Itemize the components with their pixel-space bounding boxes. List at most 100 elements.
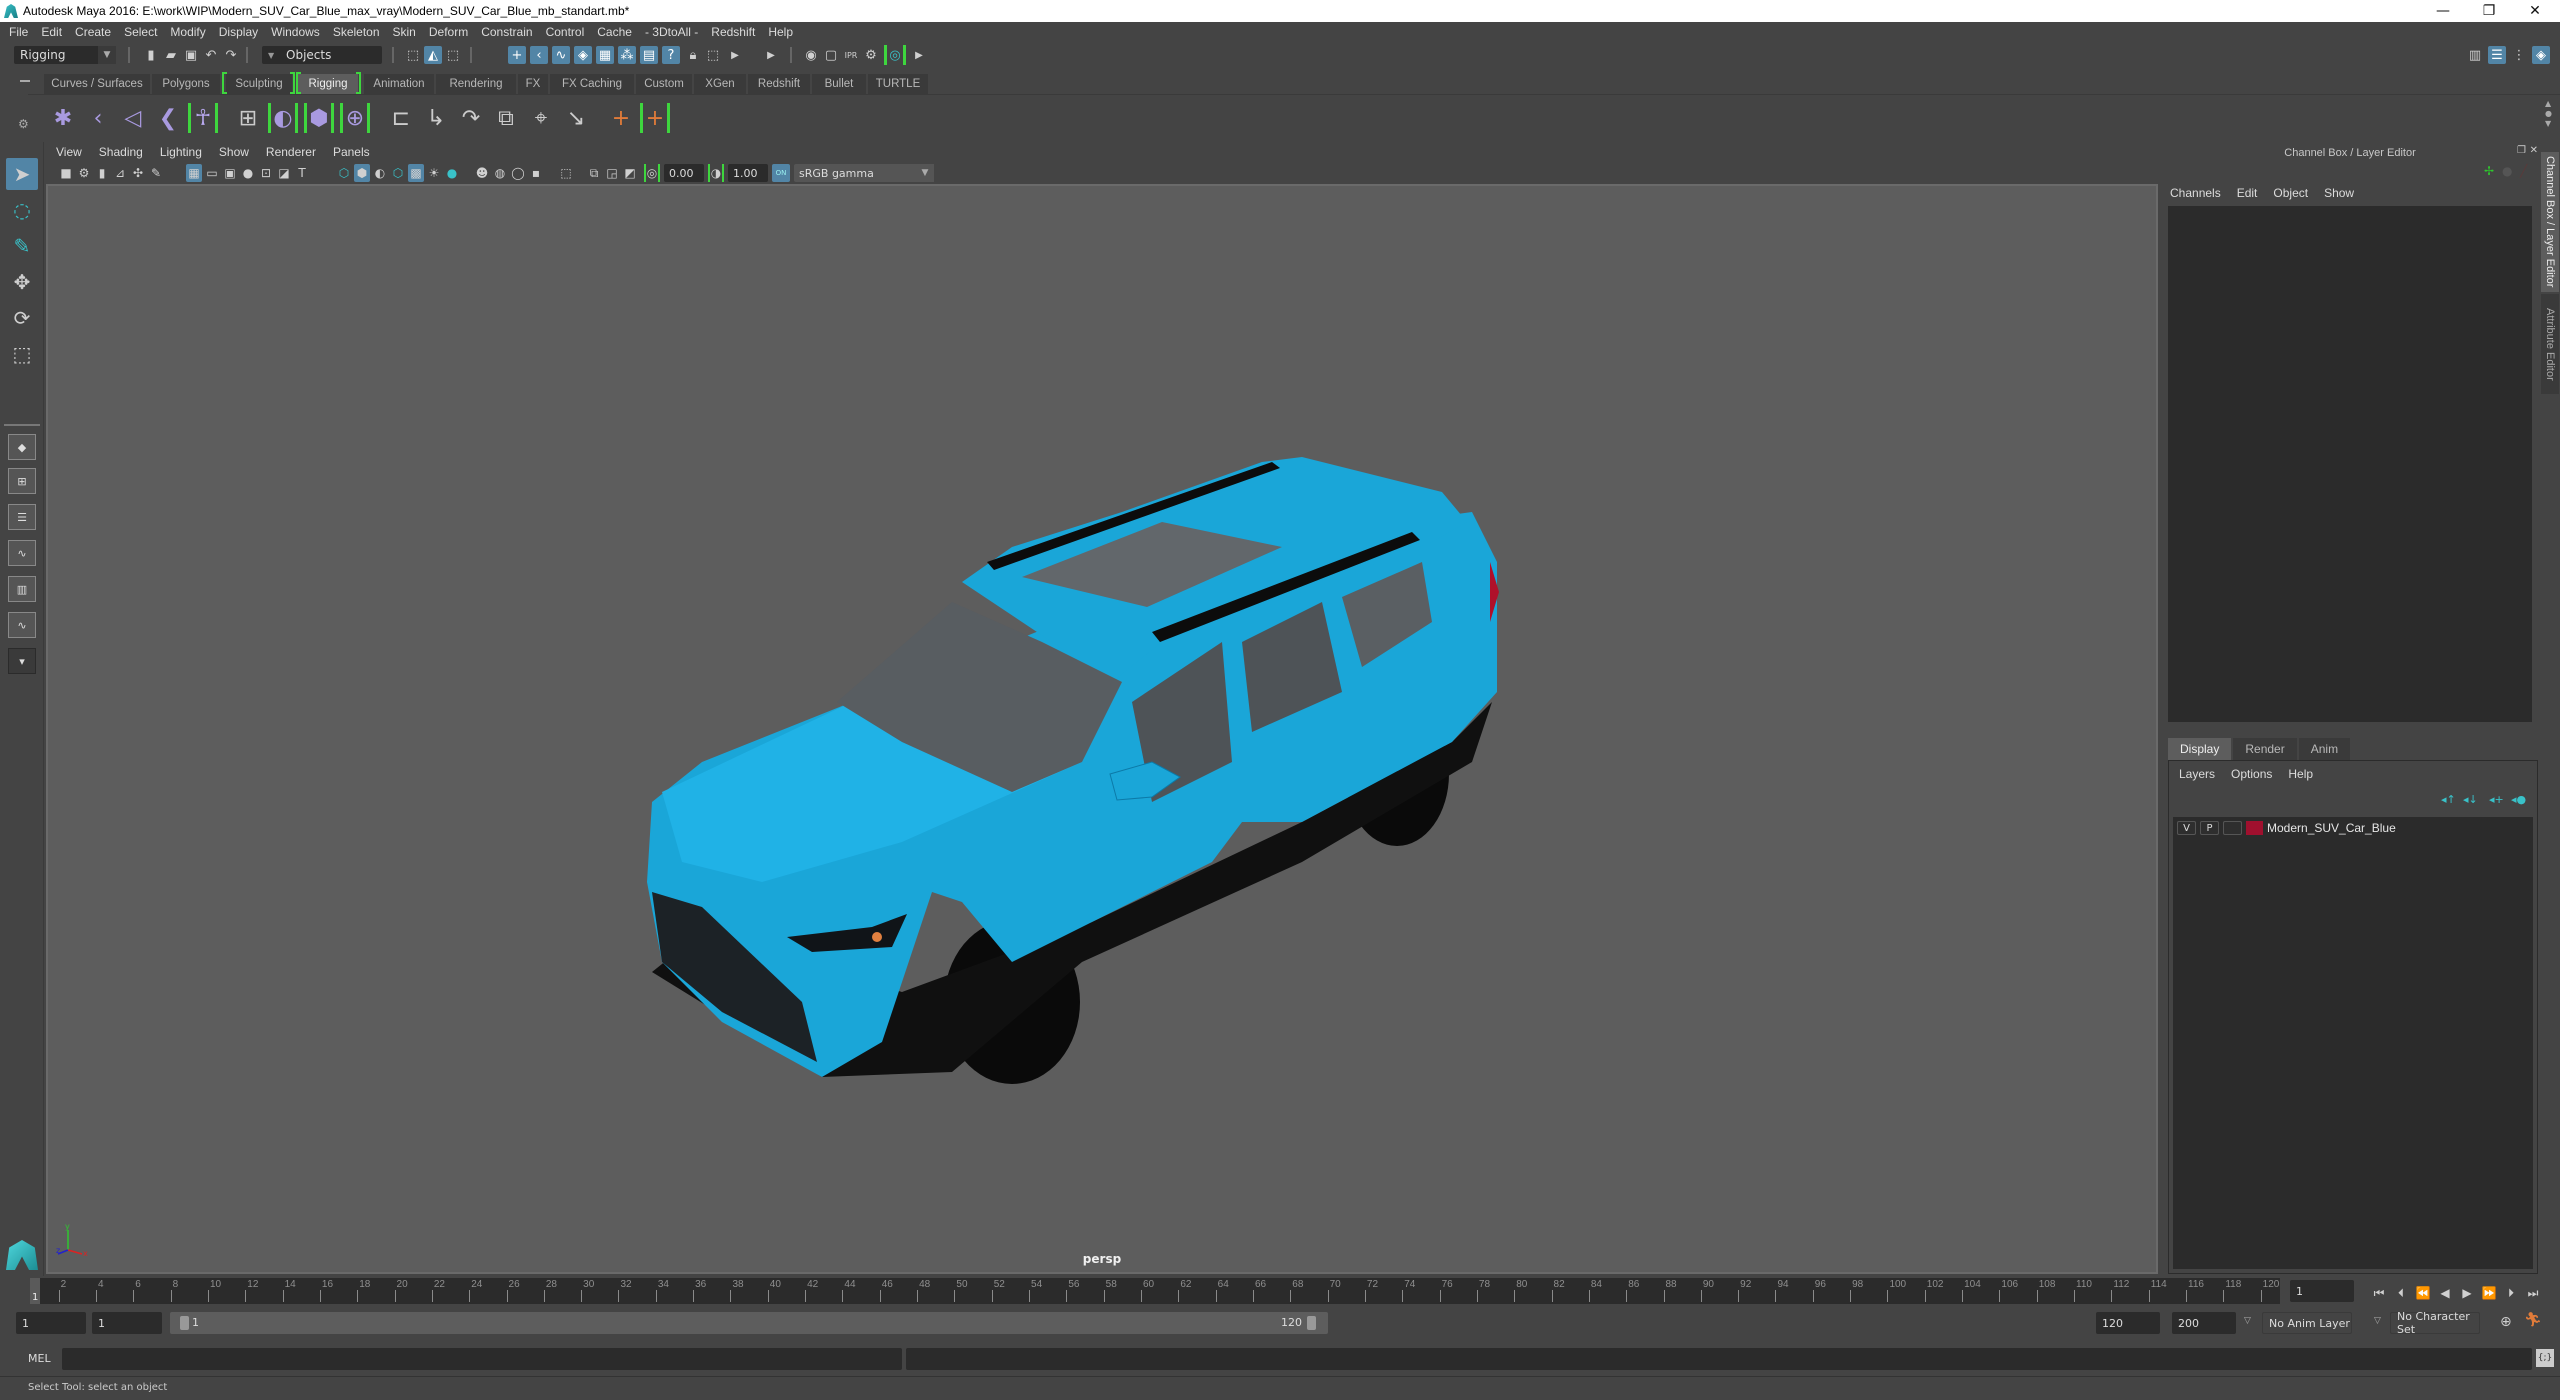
animation-preferences-icon[interactable]: 🏃︎ [2524, 1312, 2542, 1328]
character-set-dropdown[interactable]: No Character Set [2390, 1310, 2480, 1336]
cluster-icon[interactable]: ⊕ [340, 103, 370, 133]
persp-graph-hypergraph-layout-icon[interactable]: ∿ [8, 612, 36, 638]
script-language-label[interactable]: MEL [28, 1352, 51, 1365]
parent-constraint-icon[interactable]: ⊏ [386, 103, 416, 133]
undo-icon[interactable]: ↶ [202, 46, 220, 64]
new-layer-icon[interactable]: ◂+ [2489, 793, 2504, 806]
shelf-tab-bullet[interactable]: Bullet [812, 74, 866, 94]
viewport-menu-renderer[interactable]: Renderer [266, 145, 316, 159]
select-tool-icon[interactable]: ➤ [6, 158, 38, 190]
move-layer-up-icon[interactable]: ◂↑ [2441, 793, 2456, 806]
point-constraint-icon[interactable]: ↳ [421, 103, 451, 133]
speed-icon[interactable]: ● [2502, 164, 2512, 178]
locator-icon[interactable]: + [606, 103, 636, 133]
menu-help[interactable]: Help [768, 25, 793, 39]
gamma-icon[interactable]: ◑ [708, 164, 724, 182]
shelf-tab-curves-surfaces[interactable]: Curves / Surfaces [44, 74, 150, 94]
play-forwards-icon[interactable]: ▶ [2458, 1284, 2476, 1302]
select-joints-icon[interactable]: ‹ [530, 46, 548, 64]
grid-icon[interactable]: ▦ [186, 164, 202, 182]
shelf-tab-rigging[interactable]: Rigging [298, 74, 358, 94]
viewport-menu-lighting[interactable]: Lighting [160, 145, 202, 159]
menu-file[interactable]: File [9, 25, 28, 39]
paint-skin-weights-icon[interactable]: ⊞ [233, 103, 263, 133]
auto-key-icon[interactable]: ⊕ [2500, 1314, 2512, 1330]
camera-select-icon[interactable]: ■ [58, 164, 74, 182]
expand-arrow-icon[interactable]: ▶ [762, 46, 780, 64]
screen-space-ao-icon[interactable]: ☻ [474, 164, 490, 182]
tab-display[interactable]: Display [2168, 738, 2232, 760]
layers-menu[interactable]: Layers [2179, 767, 2215, 781]
menu-skin[interactable]: Skin [393, 25, 416, 39]
minimize-button[interactable]: — [2420, 0, 2466, 22]
menu-create[interactable]: Create [75, 25, 111, 39]
close-panel-icon[interactable]: ✕ [2530, 145, 2538, 156]
wireframe-icon[interactable]: ⬡ [336, 164, 352, 182]
highlight-selection-icon[interactable]: ⬚ [704, 46, 722, 64]
shelf-tab-sculpting[interactable]: Sculpting [226, 74, 292, 94]
orient-constraint-icon[interactable]: ↷ [456, 103, 486, 133]
menu-3dtoall[interactable]: - 3DtoAll - [645, 25, 698, 39]
shelf-tab-animation[interactable]: Animation [364, 74, 434, 94]
close-button[interactable]: ✕ [2512, 0, 2558, 22]
playback-end-field[interactable]: 120 [2096, 1312, 2160, 1334]
xray-active-components-icon[interactable]: ◲ [604, 164, 620, 182]
gate-mask-icon[interactable]: ● [240, 164, 256, 182]
side-tab-channel-box[interactable]: Channel Box / Layer Editor [2541, 152, 2559, 292]
menu-skeleton[interactable]: Skeleton [333, 25, 380, 39]
image-plane-icon[interactable]: ⊿ [112, 164, 128, 182]
joint-tool-icon[interactable]: ✱ [48, 103, 78, 133]
object-menu[interactable]: Object [2273, 186, 2308, 200]
manipulator-icon[interactable]: ✢ [2484, 164, 2494, 178]
scale-constraint-icon[interactable]: ⧉ [491, 103, 521, 133]
2d-pan-zoom-icon[interactable]: ✣ [130, 164, 146, 182]
hypershade-icon[interactable]: ◎ [884, 45, 906, 65]
expand-arrow-icon[interactable]: ▶ [726, 46, 744, 64]
layer-row[interactable]: V P Modern_SUV_Car_Blue [2173, 817, 2533, 839]
select-misc-icon[interactable]: ? [662, 46, 680, 64]
open-scene-icon[interactable]: ▰ [162, 46, 180, 64]
depth-of-field-icon[interactable]: ▪ [528, 164, 544, 182]
shelf-tab-rendering[interactable]: Rendering [436, 74, 516, 94]
colorspace-dropdown[interactable]: sRGB gamma ▼ [794, 164, 934, 182]
ipr-render-icon[interactable]: IPR [842, 46, 860, 64]
shelf-tab-xgen[interactable]: XGen [694, 74, 746, 94]
select-rendering-icon[interactable]: ▤ [640, 46, 658, 64]
modeling-toolkit-icon[interactable]: ▥ [2466, 46, 2484, 64]
menu-redshift[interactable]: Redshift [711, 25, 755, 39]
current-frame-field[interactable]: 1 [2290, 1280, 2354, 1302]
hypershade-persp-layout-icon[interactable]: ▥ [8, 576, 36, 602]
persp-outliner-layout-icon[interactable]: ☰ [8, 504, 36, 530]
step-back-frame-icon[interactable]: ⏪ [2414, 1284, 2432, 1302]
menu-constrain[interactable]: Constrain [481, 25, 532, 39]
go-to-start-icon[interactable]: ⏮ [2370, 1284, 2388, 1302]
render-view-icon[interactable]: ◉ [802, 46, 820, 64]
new-layer-from-selected-icon[interactable]: ◂● [2511, 793, 2526, 806]
layer-color-swatch[interactable] [2246, 821, 2263, 835]
smooth-shade-icon[interactable]: ⬢ [354, 164, 370, 182]
float-panel-icon[interactable]: ❐ [2517, 145, 2526, 156]
edit-menu[interactable]: Edit [2237, 186, 2258, 200]
move-layer-down-icon[interactable]: ◂↓ [2463, 793, 2478, 806]
viewport-menu-shading[interactable]: Shading [99, 145, 143, 159]
select-dynamics-icon[interactable]: ⁂ [618, 46, 636, 64]
go-to-end-icon[interactable]: ⏭ [2524, 1284, 2542, 1302]
insert-joint-icon[interactable]: ❮ [153, 103, 183, 133]
layer-display-type-toggle[interactable] [2223, 821, 2242, 835]
gamma-field[interactable]: 1.00 [728, 164, 768, 182]
humanik-icon[interactable]: ☥ [188, 103, 218, 133]
shelf-tab-turtle[interactable]: TURTLE [868, 74, 928, 94]
xray-icon[interactable]: ⧉ [586, 164, 602, 182]
step-forward-key-icon[interactable]: ⏵ [2502, 1284, 2520, 1302]
layer-name[interactable]: Modern_SUV_Car_Blue [2267, 821, 2396, 835]
tab-render[interactable]: Render [2233, 738, 2297, 760]
options-menu[interactable]: Options [2231, 767, 2272, 781]
wireframe-on-shaded-icon[interactable]: ⬡ [390, 164, 406, 182]
shelf-tab-custom[interactable]: Custom [636, 74, 692, 94]
constraint-link-icon[interactable]: + [640, 103, 670, 133]
chevron-down-icon[interactable]: ▽ [2244, 1316, 2251, 1326]
color-management-toggle[interactable]: ON [772, 164, 790, 182]
step-back-key-icon[interactable]: ⏴ [2392, 1284, 2410, 1302]
lasso-tool-icon[interactable]: ◌ [6, 194, 38, 226]
new-scene-icon[interactable]: ▮ [142, 46, 160, 64]
